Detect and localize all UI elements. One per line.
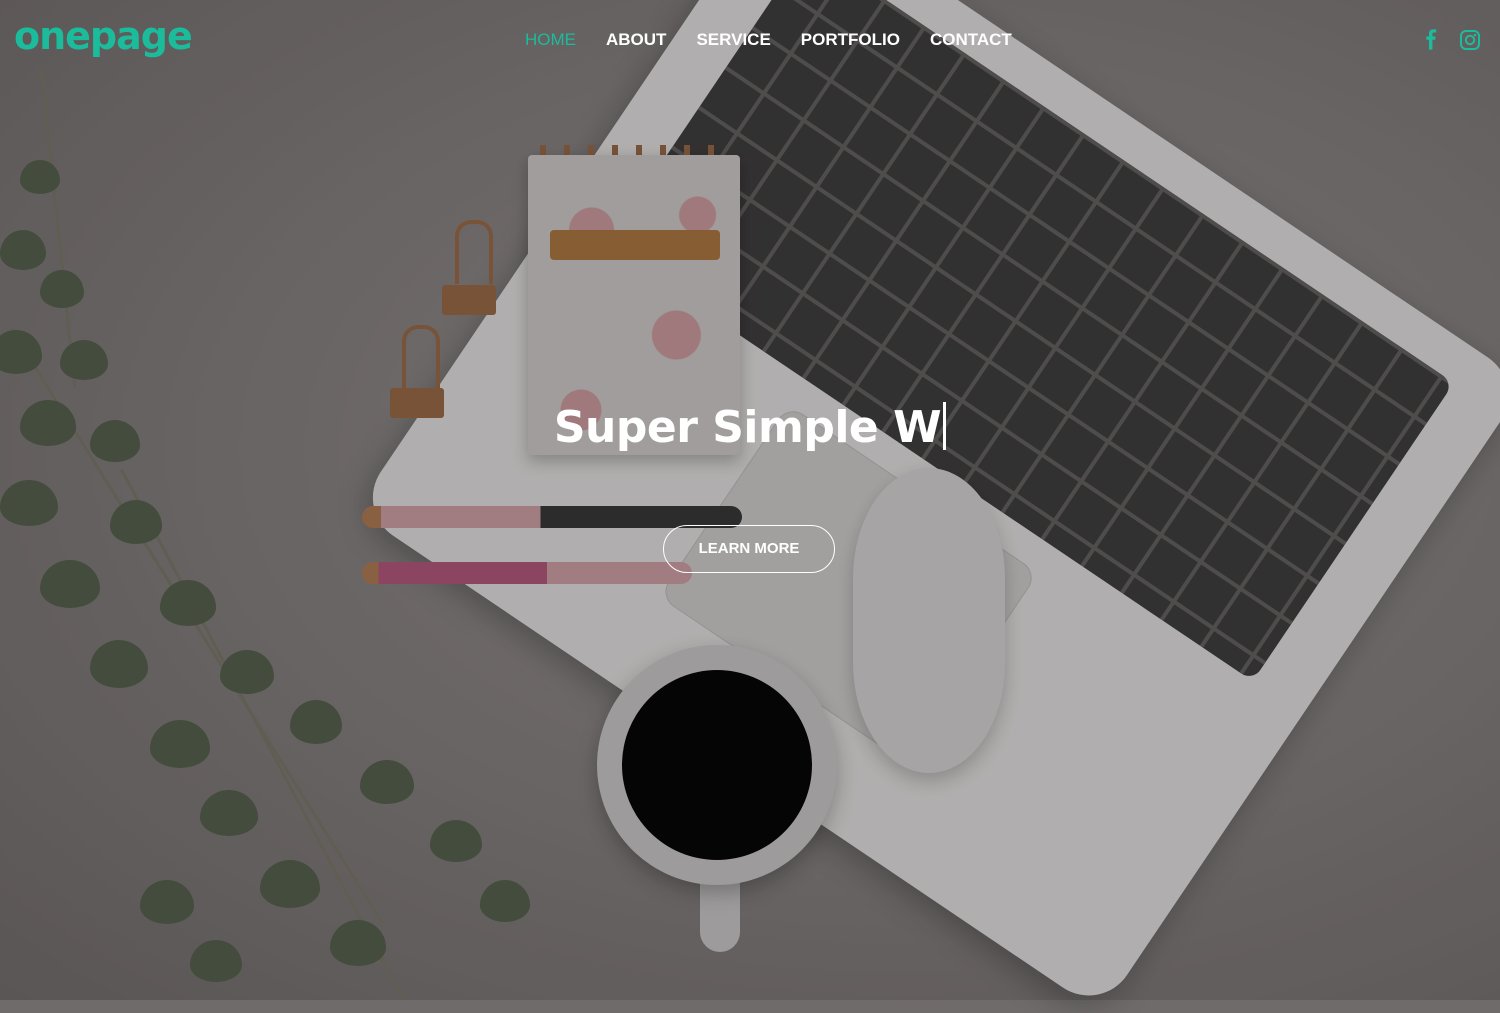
main-nav: HOME ABOUT SERVICE PORTFOLIO CONTACT [510,28,1027,52]
nav-item-home[interactable]: HOME [510,28,591,52]
typing-cursor [943,402,947,450]
nav-item-service[interactable]: SERVICE [681,28,785,52]
nav-item-contact[interactable]: CONTACT [915,28,1027,52]
site-header: onepage HOME ABOUT SERVICE PORTFOLIO CON… [0,0,1500,80]
nav-item-portfolio[interactable]: PORTFOLIO [786,28,915,52]
site-logo[interactable]: onepage [14,14,193,58]
hero-headline: Super Simple W [0,402,1500,453]
hero-overlay [0,0,1500,1000]
learn-more-button[interactable]: LEARN MORE [663,525,835,573]
nav-item-about[interactable]: ABOUT [591,28,681,52]
hero-headline-text: Super Simple W [553,402,942,453]
facebook-icon[interactable] [1420,28,1442,52]
instagram-icon[interactable] [1459,28,1481,52]
